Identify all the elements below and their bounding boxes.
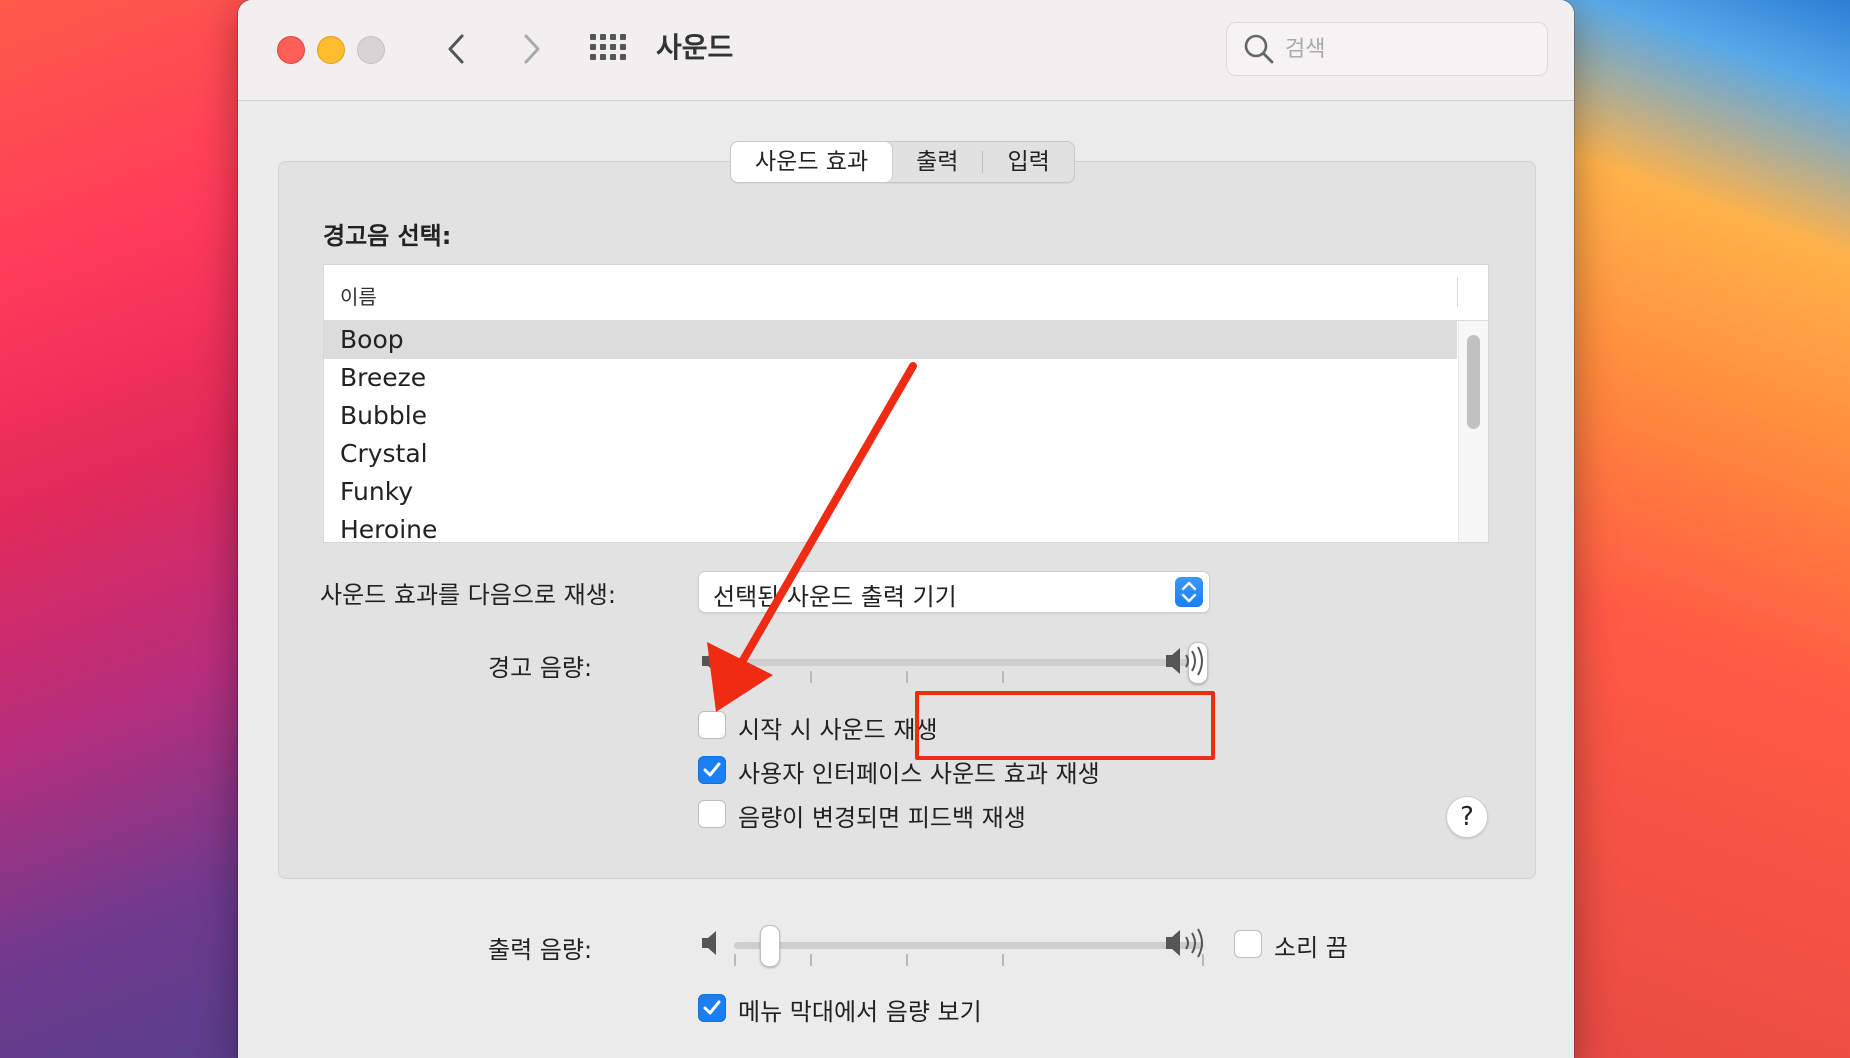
annotation-arrow-icon	[707, 362, 917, 712]
